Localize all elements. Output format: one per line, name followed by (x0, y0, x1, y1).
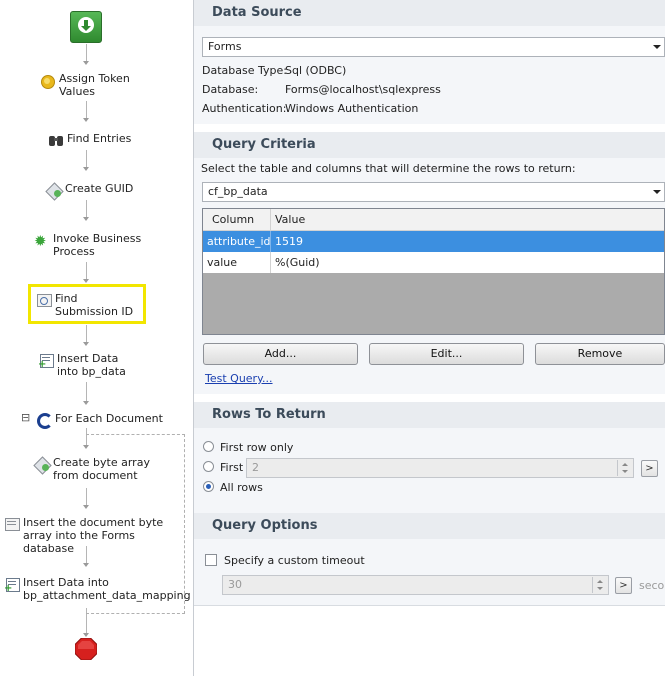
grid-header: Column Value (203, 209, 664, 231)
first-radio[interactable] (203, 461, 214, 472)
step-label: Insert the document byte array into the … (23, 516, 164, 555)
collapse-toggle[interactable]: ⊟ (21, 412, 30, 424)
step-insert-data-bp-data[interactable]: + Insert Data into bp_data (38, 352, 138, 378)
table-select[interactable]: cf_bp_data (202, 182, 665, 202)
remove-button[interactable]: Remove (535, 343, 665, 365)
spinner-arrows[interactable] (617, 460, 632, 476)
insert-data-icon: + (4, 576, 20, 594)
step-label: Insert Data into bp_attachment_data_mapp… (23, 576, 191, 602)
spinner-arrows[interactable] (592, 577, 607, 593)
step-label: Find Submission ID (55, 292, 134, 318)
byte-array-icon (33, 456, 52, 475)
step-label: Create GUID (65, 182, 134, 195)
value-header[interactable]: Value (271, 209, 664, 230)
query-instruction: Select the table and columns that will d… (201, 162, 576, 175)
rows-to-return-header: Rows To Return (194, 402, 665, 428)
all-rows-radio[interactable] (203, 481, 214, 492)
step-invoke-business-process[interactable]: ✹ Invoke Business Process (34, 232, 144, 258)
database-value: Forms@localhost\sqlexpress (285, 83, 441, 96)
step-label: Create byte array from document (53, 456, 150, 482)
criteria-grid[interactable]: Column Value attribute_id 1519 value %(G… (202, 208, 665, 335)
step-label: Assign Token Values (59, 72, 130, 98)
database-label: Database: (202, 83, 259, 96)
step-find-entries[interactable]: Find Entries (48, 132, 148, 148)
token-icon (40, 72, 56, 89)
data-source-header: Data Source (194, 0, 665, 26)
step-create-guid[interactable]: Create GUID (45, 182, 146, 201)
step-assign-token-values[interactable]: Assign Token Values (40, 72, 140, 98)
all-rows-label[interactable]: All rows (220, 481, 263, 494)
step-find-submission-id[interactable]: Find Submission ID (36, 292, 136, 318)
first-row-only-label[interactable]: First row only (220, 441, 293, 454)
step-create-byte-array[interactable]: Create byte array from document (33, 456, 154, 482)
first-count-input[interactable]: 2 (246, 458, 634, 478)
column-header[interactable]: Column (203, 209, 271, 230)
query-options-body (194, 539, 665, 605)
database-type-value: Sql (ODBC) (285, 64, 347, 77)
step-label: For Each Document (55, 412, 163, 425)
start-icon[interactable] (70, 11, 102, 43)
data-source-select[interactable]: Forms (202, 37, 665, 57)
properties-panel: Data Source Forms Database Type: Sql (OD… (194, 0, 665, 676)
database-icon (4, 516, 20, 532)
test-query-link[interactable]: Test Query... (205, 372, 273, 385)
step-insert-data-attachment-mapping[interactable]: + Insert Data into bp_attachment_data_ma… (4, 576, 192, 602)
chevron-down-icon (653, 190, 661, 194)
add-button[interactable]: Add... (203, 343, 358, 365)
query-criteria-header: Query Criteria (194, 132, 665, 158)
row-value-cell: 1519 (275, 235, 303, 248)
search-document-icon (36, 292, 52, 308)
table-value: cf_bp_data (208, 185, 268, 198)
custom-timeout-checkbox[interactable] (205, 554, 217, 566)
insert-data-icon: + (38, 352, 54, 370)
authentication-label: Authentication: (202, 102, 287, 115)
step-for-each-document[interactable]: For Each Document (36, 412, 166, 429)
database-type-label: Database Type: (202, 64, 287, 77)
data-source-value: Forms (208, 40, 242, 53)
table-row[interactable]: attribute_id 1519 (203, 231, 664, 252)
panel-bottom-border (194, 605, 665, 606)
table-row[interactable]: value %(Guid) (203, 252, 664, 273)
first-count-more-button[interactable]: > (641, 460, 658, 477)
step-label: Invoke Business Process (53, 232, 142, 258)
row-column-cell: value (203, 252, 271, 273)
loop-icon (36, 412, 53, 429)
authentication-value: Windows Authentication (285, 102, 419, 115)
first-row-only-radio[interactable] (203, 441, 214, 452)
workflow-pane: Assign Token Values Find Entries Create … (0, 0, 194, 676)
stop-icon[interactable] (74, 637, 98, 661)
timeout-input[interactable]: 30 (222, 575, 609, 595)
query-options-header: Query Options (194, 513, 665, 539)
binoculars-icon (48, 132, 64, 148)
guid-icon (45, 182, 64, 201)
custom-timeout-label[interactable]: Specify a custom timeout (224, 554, 365, 567)
gear-icon: ✹ (34, 232, 47, 250)
timeout-unit-label: secor (639, 579, 665, 592)
chevron-down-icon (653, 45, 661, 49)
step-label: Find Entries (67, 132, 132, 145)
row-column-cell: attribute_id (203, 231, 271, 252)
edit-button[interactable]: Edit... (369, 343, 524, 365)
first-count-value: 2 (252, 461, 259, 474)
step-insert-document-byte-array[interactable]: Insert the document byte array into the … (4, 516, 192, 555)
row-value-cell: %(Guid) (275, 256, 320, 269)
step-label: Insert Data into bp_data (57, 352, 126, 378)
timeout-more-button[interactable]: > (615, 577, 632, 594)
timeout-value: 30 (228, 578, 242, 591)
first-label[interactable]: First (220, 461, 243, 474)
